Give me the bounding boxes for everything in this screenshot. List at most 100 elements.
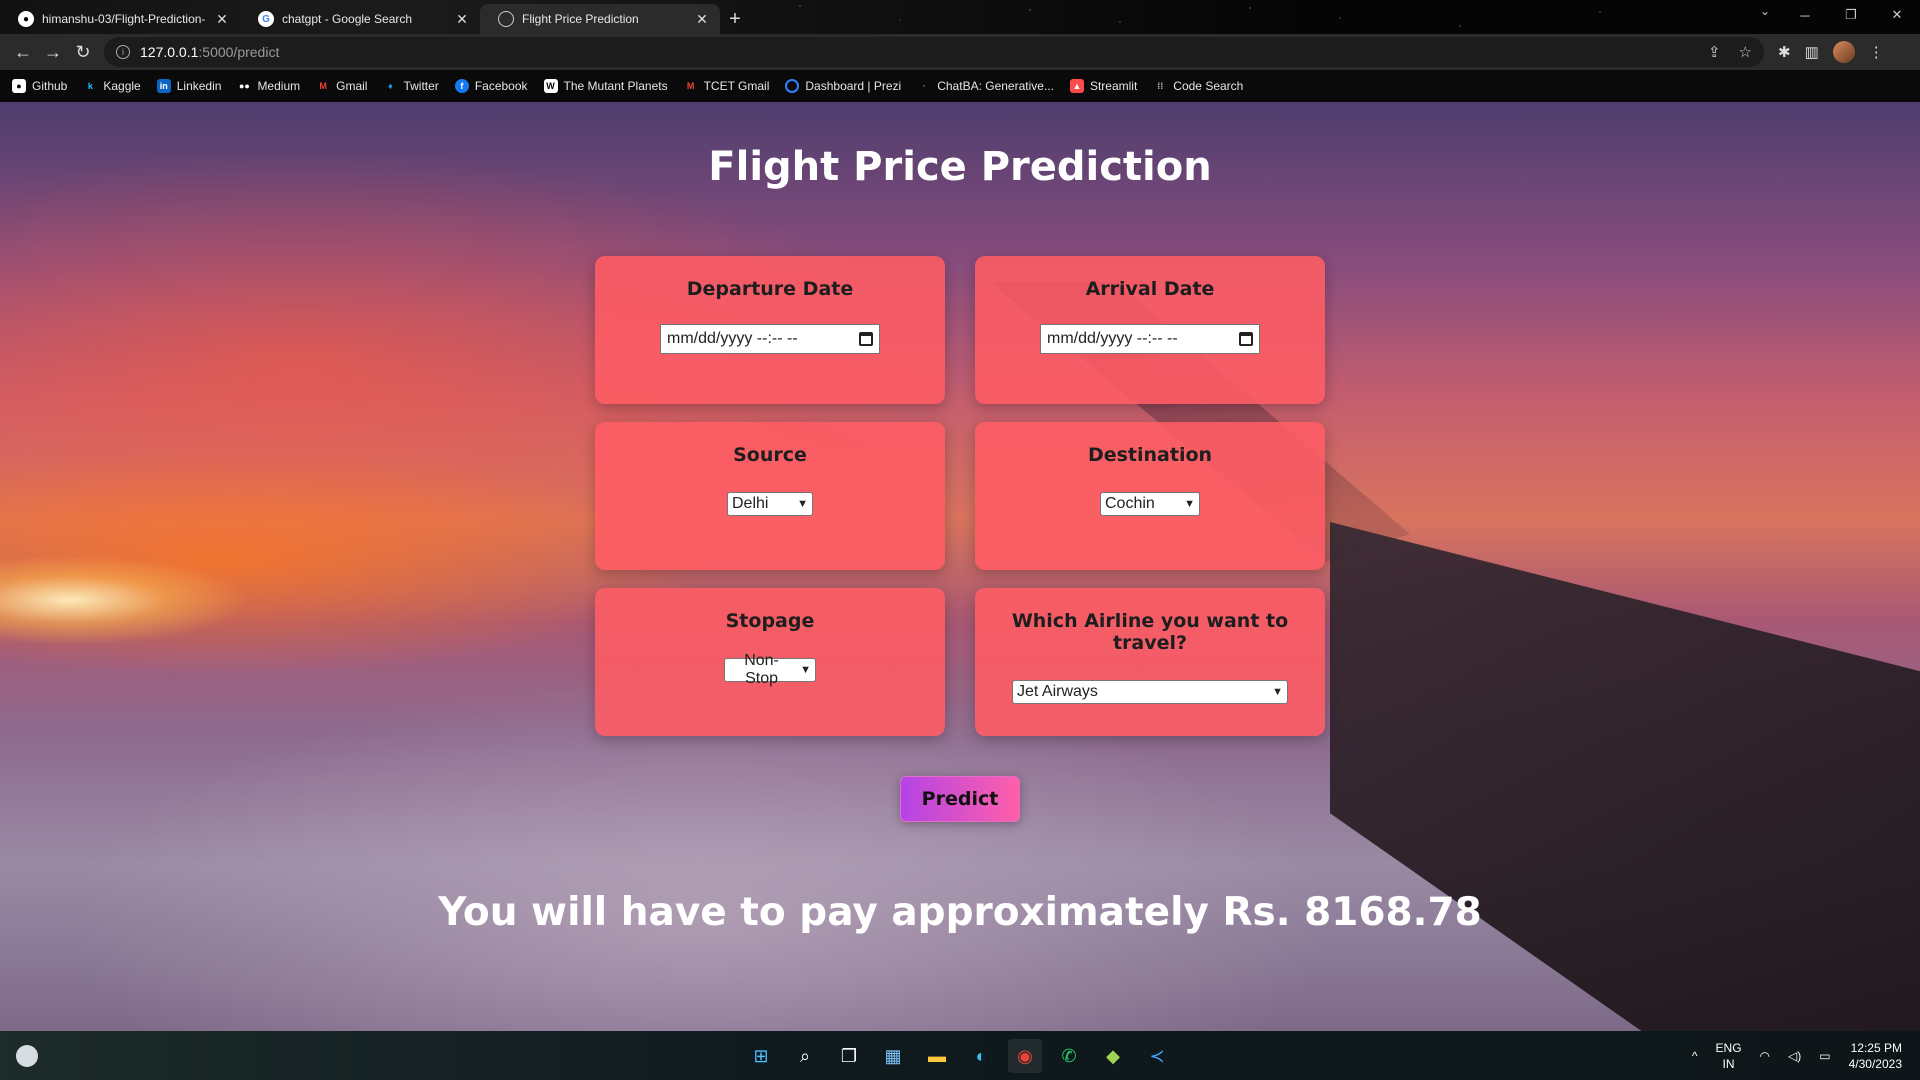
departure-date-input[interactable]: mm/dd/yyyy --:-- -- [660,324,880,354]
source-select[interactable]: Delhi ▼ [727,492,813,516]
task-view-icon[interactable]: ❐ [832,1039,866,1073]
extensions-icon[interactable]: ✱ [1778,43,1791,61]
browser-toolbar: ← → ↻ i 127.0.0.1:5000/predict ⇪ ☆ ✱ ▥ ⋮ [0,34,1920,70]
bookmarks-bar: ● Github k Kaggle in Linkedin ●● Medium M Gma… [0,70,1920,102]
forward-icon[interactable]: → [38,37,68,67]
close-icon[interactable]: ✕ [214,11,230,28]
chrome-icon[interactable]: ◉ [1008,1039,1042,1073]
code-search-icon: ⁞⁞ [1157,81,1164,91]
airline-select[interactable]: Jet Airways ▼ [1012,680,1288,704]
medium-icon: ●● [239,81,250,91]
bookmark-tcet-gmail[interactable]: M TCET Gmail [684,79,770,93]
gmail-icon: M [686,81,695,91]
whatsapp-icon[interactable]: ✆ [1052,1039,1086,1073]
google-icon: G [258,11,274,27]
destination-card: Destination Cochin ▼ [975,422,1325,570]
browser-tab-3[interactable]: Flight Price Prediction ✕ [480,4,720,34]
restore-icon[interactable]: ❐ [1828,0,1874,30]
new-tab-button[interactable]: + [720,4,750,34]
facebook-icon: f [454,79,469,93]
chatba-icon: · [922,81,926,91]
airplane-wing [1330,522,1920,1031]
destination-label: Destination [1087,444,1213,466]
bookmark-facebook[interactable]: f Facebook [454,79,528,93]
bookmark-medium[interactable]: ●● Medium [237,79,300,93]
window-close-icon[interactable]: ✕ [1874,0,1920,30]
close-icon[interactable]: ✕ [694,11,710,28]
chevron-down-icon: ▼ [797,498,808,510]
bookmark-gmail[interactable]: M Gmail [316,79,367,93]
github-icon: ● [12,79,26,93]
battery-icon[interactable]: ▭ [1819,1049,1830,1063]
language-indicator[interactable]: ENG IN [1716,1040,1742,1072]
arrival-date-input[interactable]: mm/dd/yyyy --:-- -- [1040,324,1260,354]
bookmark-chatba[interactable]: · ChatBA: Generative... [917,79,1054,93]
browser-tab-2[interactable]: G chatgpt - Google Search ✕ [240,4,480,34]
calendar-icon[interactable] [859,332,873,346]
windows-start-icon[interactable]: ⊞ [744,1039,778,1073]
bookmark-code-search[interactable]: ⁞⁞ Code Search [1153,79,1243,93]
edge-icon[interactable]: ◐ [964,1039,998,1073]
bookmark-streamlit[interactable]: ▲ Streamlit [1069,79,1137,93]
address-bar[interactable]: i 127.0.0.1:5000/predict ⇪ ☆ [104,37,1764,67]
bookmark-twitter[interactable]: ♦ Twitter [383,79,439,93]
source-label: Source [733,444,807,466]
gmail-icon: M [319,81,327,91]
side-panel-icon[interactable]: ▥ [1805,43,1819,61]
system-tray: ^ ENG IN ◠ ◁) ▭ 12:25 PM 4/30/2023 [1692,1031,1902,1080]
predict-button[interactable]: Predict [900,776,1020,822]
globe-icon [498,11,514,27]
prediction-result: You will have to pay approximately Rs. 8… [438,890,1482,935]
reload-icon[interactable]: ↻ [68,37,98,67]
file-explorer-icon[interactable]: ▬ [920,1039,954,1073]
clock[interactable]: 12:25 PM 4/30/2023 [1849,1040,1902,1072]
tab-title: Flight Price Prediction [522,12,639,26]
github-icon: ● [18,11,34,27]
browser-tab-1[interactable]: ● himanshu-03/Flight-Prediction-S ✕ [0,4,240,34]
chevron-up-icon[interactable]: ^ [1692,1049,1698,1063]
chevron-down-icon: ▼ [1184,498,1195,510]
bookmark-linkedin[interactable]: in Linkedin [156,79,221,93]
wikipedia-icon: W [543,79,558,93]
stopage-label: Stopage [725,610,815,632]
arrival-date-label: Arrival Date [1085,278,1215,300]
site-info-icon[interactable]: i [116,45,130,59]
tab-search-icon[interactable]: ⌄ [1760,4,1770,18]
taskbar: ⊞ ⌕ ❐ ▦ ▬ ◐ ◉ ✆ ◆ ≺ ^ ENG IN ◠ ◁) ▭ 12:2… [0,1031,1920,1080]
git-icon[interactable]: ◆ [1096,1039,1130,1073]
search-icon[interactable]: ⌕ [788,1039,822,1073]
airline-card: Which Airline you want to travel? Jet Ai… [975,588,1325,736]
bookmark-mutant-planets[interactable]: W The Mutant Planets [543,79,668,93]
tab-title: himanshu-03/Flight-Prediction-S [42,12,206,26]
minimize-icon[interactable]: ─ [1782,0,1828,30]
share-icon[interactable]: ⇪ [1708,43,1721,61]
url: 127.0.0.1:5000/predict [140,44,280,60]
menu-icon[interactable]: ⋮ [1869,43,1884,61]
vscode-icon[interactable]: ≺ [1140,1039,1174,1073]
tab-title: chatgpt - Google Search [282,12,413,26]
airline-label: Which Airline you want to travel? [1011,610,1289,654]
stopage-select[interactable]: Non-Stop ▼ [724,652,816,687]
prezi-icon [785,79,800,93]
profile-avatar[interactable] [1832,41,1855,63]
bookmark-prezi[interactable]: Dashboard | Prezi [785,79,901,93]
streamlit-icon: ▲ [1069,79,1084,93]
departure-date-label: Departure Date [686,278,854,300]
bookmark-star-icon[interactable]: ☆ [1739,43,1752,61]
browser-tab-strip: ● himanshu-03/Flight-Prediction-S ✕ G ch… [0,0,1920,34]
kaggle-icon: k [87,81,93,91]
store-icon[interactable]: ▦ [876,1039,910,1073]
weather-icon[interactable] [16,1045,38,1067]
linkedin-icon: in [156,79,171,93]
back-icon[interactable]: ← [8,37,38,67]
twitter-icon: ♦ [388,81,393,91]
close-icon[interactable]: ✕ [454,11,470,28]
calendar-icon[interactable] [1239,332,1253,346]
volume-icon[interactable]: ◁) [1788,1049,1801,1063]
destination-select[interactable]: Cochin ▼ [1100,492,1200,516]
bookmark-kaggle[interactable]: k Kaggle [83,79,141,93]
page-title: Flight Price Prediction [708,144,1212,190]
wifi-icon[interactable]: ◠ [1760,1049,1770,1063]
bookmark-github[interactable]: ● Github [12,79,67,93]
arrival-date-card: Arrival Date mm/dd/yyyy --:-- -- [975,256,1325,404]
